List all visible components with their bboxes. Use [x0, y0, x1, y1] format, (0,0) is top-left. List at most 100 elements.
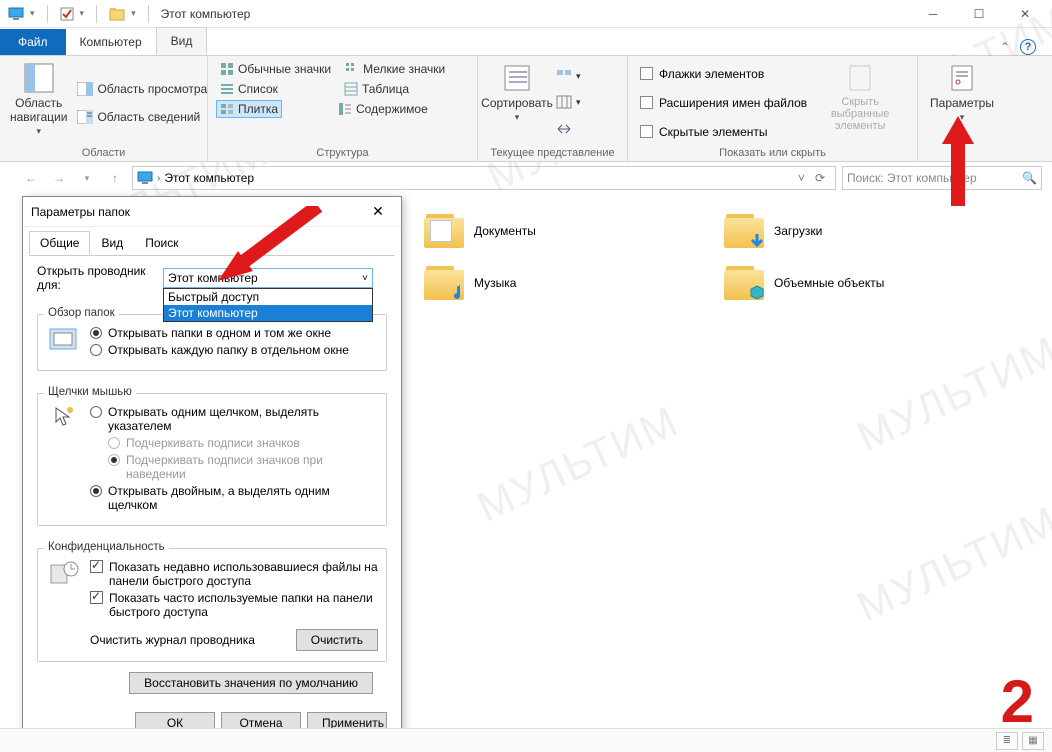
- layout-tiles[interactable]: Плитка: [216, 100, 282, 118]
- checkbox-frequent-folders[interactable]: Показать часто используемые папки на пан…: [90, 591, 378, 619]
- dialog-tab-general[interactable]: Общие: [29, 231, 90, 255]
- click-items-title: Щелчки мышью: [44, 386, 136, 398]
- options-label: Параметры: [930, 96, 994, 110]
- layout-list[interactable]: Список: [216, 80, 282, 98]
- layout-regular-label: Обычные значки: [238, 62, 331, 76]
- folder-label: Документы: [474, 224, 536, 238]
- browse-folders-title: Обзор папок: [44, 307, 119, 319]
- radio-double-click[interactable]: Открывать двойным, а выделять одним щелч…: [90, 484, 378, 512]
- computer-icon: [137, 171, 153, 185]
- dialog-tab-search[interactable]: Поиск: [134, 231, 189, 255]
- details-pane-button[interactable]: Область сведений: [73, 108, 211, 126]
- open-explorer-combo[interactable]: Этот компьютер˅ Быстрый доступ Этот комп…: [163, 268, 373, 288]
- tab-computer[interactable]: Компьютер: [66, 29, 156, 55]
- address-dropdown-icon[interactable]: ˅: [798, 171, 805, 185]
- add-columns-button[interactable]: ▾: [552, 93, 585, 111]
- privacy-title: Конфиденциальность: [44, 541, 169, 553]
- options-button[interactable]: Параметры ▾: [926, 60, 998, 145]
- folder-downloads[interactable]: Загрузки: [720, 210, 980, 252]
- checkbox-frequent-folders-label: Показать часто используемые папки на пан…: [109, 591, 378, 619]
- ribbon-collapse-icon[interactable]: ⌃: [1000, 40, 1010, 54]
- nav-row: ← → ▾ ↑ › Этот компьютер ˅ ⟳ Поиск: Этот…: [0, 162, 1052, 196]
- layout-small-icons[interactable]: Мелкие значки: [341, 60, 449, 78]
- preview-pane-label: Область просмотра: [97, 82, 207, 96]
- dialog-tab-view[interactable]: Вид: [90, 231, 134, 255]
- restore-defaults-button[interactable]: Восстановить значения по умолчанию: [129, 672, 373, 694]
- tab-view[interactable]: Вид: [156, 27, 208, 55]
- item-checkboxes-toggle[interactable]: Флажки элементов: [636, 65, 811, 83]
- qat-dropdown-icon[interactable]: ▾: [30, 8, 35, 19]
- watermark: МУЛЬТИМ: [850, 327, 1052, 462]
- dialog-title: Параметры папок: [31, 205, 130, 219]
- sort-button[interactable]: Сортировать ▾: [486, 60, 548, 145]
- details-view-button[interactable]: ≣: [996, 732, 1018, 750]
- privacy-icon: [49, 559, 79, 587]
- combo-selected: Этот компьютер: [168, 271, 258, 285]
- radio-new-window-label: Открывать каждую папку в отдельном окне: [108, 343, 349, 357]
- search-input[interactable]: Поиск: Этот компьютер 🔍: [842, 166, 1042, 190]
- current-view-group-label: Текущее представление: [486, 145, 619, 159]
- size-columns-button[interactable]: [552, 120, 585, 138]
- status-bar: ≣ ▦: [0, 728, 1052, 752]
- nav-pane-label: Область навигации: [10, 96, 67, 124]
- annotation-number: 2: [1001, 667, 1034, 736]
- radio-single-click[interactable]: Открывать одним щелчком, выделять указат…: [90, 405, 378, 433]
- ribbon-tabs: Файл Компьютер Вид ⌃ ?: [0, 28, 1052, 56]
- qat-dropdown-icon[interactable]: ▾: [131, 8, 136, 19]
- combo-option-this-pc[interactable]: Этот компьютер: [164, 305, 372, 321]
- dialog-close-button[interactable]: ✕: [363, 203, 393, 220]
- details-pane-label: Область сведений: [97, 110, 200, 124]
- ribbon: Область навигации ▾ Область просмотра Об…: [0, 56, 1052, 162]
- maximize-button[interactable]: ☐: [956, 0, 1002, 28]
- computer-icon: [8, 7, 24, 21]
- help-icon[interactable]: ?: [1020, 39, 1036, 55]
- radio-same-window[interactable]: Открывать папки в одном и том же окне: [90, 326, 378, 340]
- folder-label: Объемные объекты: [774, 276, 884, 290]
- layout-content-label: Содержимое: [356, 102, 428, 116]
- radio-underline-always-label: Подчеркивать подписи значков: [126, 436, 300, 450]
- folder-music[interactable]: Музыка: [420, 262, 680, 304]
- group-by-button[interactable]: ▾: [552, 67, 585, 85]
- layout-content[interactable]: Содержимое: [334, 100, 432, 118]
- recent-dropdown[interactable]: ▾: [76, 167, 98, 189]
- checkbox-icon[interactable]: [60, 7, 74, 21]
- up-button[interactable]: ↑: [104, 167, 126, 189]
- tab-file[interactable]: Файл: [0, 29, 66, 55]
- file-ext-toggle[interactable]: Расширения имен файлов: [636, 94, 811, 112]
- clear-history-button[interactable]: Очистить: [296, 629, 378, 651]
- click-items-icon: [50, 404, 78, 432]
- close-button[interactable]: ✕: [1002, 0, 1048, 28]
- checkbox-recent-files[interactable]: Показать недавно использовавшиеся файлы …: [90, 560, 378, 588]
- tiles-view-button[interactable]: ▦: [1022, 732, 1044, 750]
- radio-underline-hover-label: Подчеркивать подписи значков при наведен…: [126, 453, 378, 481]
- clear-history-label: Очистить журнал проводника: [90, 633, 255, 647]
- preview-pane-button[interactable]: Область просмотра: [73, 80, 211, 98]
- radio-same-window-label: Открывать папки в одном и том же окне: [108, 326, 331, 340]
- minimize-button[interactable]: ─: [910, 0, 956, 28]
- search-icon: 🔍: [1022, 171, 1037, 185]
- hidden-items-toggle[interactable]: Скрытые элементы: [636, 123, 811, 141]
- search-placeholder: Поиск: Этот компьютер: [847, 171, 1022, 185]
- address-bar[interactable]: › Этот компьютер ˅ ⟳: [132, 166, 836, 190]
- folder-documents[interactable]: Документы: [420, 210, 680, 252]
- address-path: Этот компьютер: [164, 171, 254, 185]
- file-ext-label: Расширения имен файлов: [659, 96, 807, 110]
- layout-group-label: Структура: [216, 145, 469, 159]
- layout-regular-icons[interactable]: Обычные значки: [216, 60, 335, 78]
- qat-dropdown-icon[interactable]: ▾: [80, 8, 85, 19]
- checkbox-recent-files-label: Показать недавно использовавшиеся файлы …: [109, 560, 378, 588]
- refresh-icon[interactable]: ⟳: [809, 171, 831, 185]
- layout-table[interactable]: Таблица: [340, 80, 413, 98]
- radio-new-window[interactable]: Открывать каждую папку в отдельном окне: [90, 343, 378, 357]
- combo-option-quick-access[interactable]: Быстрый доступ: [164, 289, 372, 305]
- hide-selected-label: Скрыть выбранные элементы: [817, 96, 903, 132]
- forward-button[interactable]: →: [48, 167, 70, 189]
- folder-label: Загрузки: [774, 224, 822, 238]
- back-button[interactable]: ←: [20, 167, 42, 189]
- folder-3d-objects[interactable]: Объемные объекты: [720, 262, 980, 304]
- folder-options-dialog: Параметры папок ✕ Общие Вид Поиск Открыт…: [22, 196, 402, 745]
- panes-group-label: Области: [8, 145, 199, 159]
- open-explorer-for-label: Открыть проводник для:: [37, 264, 157, 292]
- nav-pane-button[interactable]: Область навигации ▾: [8, 60, 69, 145]
- show-hide-group-label: Показать или скрыть: [636, 145, 909, 159]
